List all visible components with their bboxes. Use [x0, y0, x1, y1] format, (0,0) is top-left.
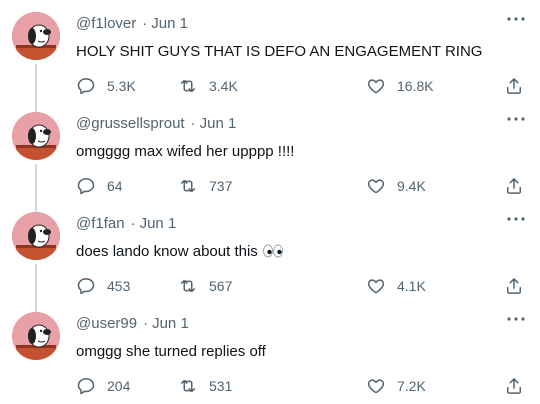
tweet-header: @user99 · Jun 1 [76, 315, 189, 332]
tweet-header: @grussellsprout · Jun 1 [76, 115, 236, 132]
separator: · [143, 315, 149, 332]
avatar[interactable] [12, 112, 60, 160]
reply-button[interactable]: 453 [76, 275, 130, 297]
retweet-count: 531 [209, 378, 233, 394]
tweet-date[interactable]: Jun 1 [140, 215, 177, 232]
user-handle[interactable]: @f1lover [76, 15, 136, 32]
tweet-actions: 453 567 4.1K [76, 275, 528, 297]
tweet-actions: 204 531 7.2K [76, 375, 528, 397]
separator: · [190, 115, 196, 132]
retweet-button[interactable]: 3.4K [178, 75, 238, 97]
reply-icon [77, 278, 95, 295]
tweet-header: @f1fan · Jun 1 [76, 215, 176, 232]
retweet-count: 737 [209, 178, 233, 194]
thread-connector [35, 164, 37, 212]
thread-connector [35, 264, 37, 312]
retweet-icon [181, 379, 195, 393]
eyes-emoji-icon [262, 244, 284, 262]
snoopy-avatar-icon [12, 112, 60, 160]
tweet-header: @f1lover · Jun 1 [76, 15, 188, 32]
reply-icon [77, 78, 95, 95]
like-button[interactable]: 16.8K [366, 75, 434, 97]
tweet-text-content: does lando know about this [76, 243, 258, 260]
more-icon[interactable] [504, 10, 528, 28]
tweet-date[interactable]: Jun 1 [151, 15, 188, 32]
like-count: 7.2K [397, 378, 426, 394]
separator: · [142, 15, 148, 32]
tweet-text: omgggg max wifed her upppp !!!! [76, 143, 295, 160]
share-icon [507, 378, 521, 394]
like-count: 16.8K [397, 78, 434, 94]
avatar[interactable] [12, 312, 60, 360]
retweet-button[interactable]: 567 [178, 275, 232, 297]
share-icon [507, 278, 521, 294]
retweet-icon [181, 279, 195, 293]
retweet-icon [181, 79, 195, 93]
share-icon [507, 78, 521, 94]
like-count: 9.4K [397, 178, 426, 194]
share-icon [507, 178, 521, 194]
reply-icon [77, 178, 95, 195]
tweet-actions: 64 737 9.4K [76, 175, 528, 197]
avatar[interactable] [12, 212, 60, 260]
retweet-count: 3.4K [209, 78, 238, 94]
tweet-text: omggg she turned replies off [76, 343, 266, 360]
snoopy-avatar-icon [12, 212, 60, 260]
reply-button[interactable]: 5.3K [76, 75, 136, 97]
reply-count: 453 [107, 278, 131, 294]
snoopy-avatar-icon [12, 312, 60, 360]
tweet-date[interactable]: Jun 1 [200, 115, 237, 132]
more-icon[interactable] [504, 310, 528, 328]
tweet-actions: 5.3K 3.4K 16.8K [76, 75, 528, 97]
thread-connector [35, 64, 37, 112]
reply-icon [77, 378, 95, 395]
like-icon [367, 379, 385, 394]
retweet-button[interactable]: 737 [178, 175, 232, 197]
snoopy-avatar-icon [12, 12, 60, 60]
tweet-text: HOLY SHIT GUYS THAT IS DEFO AN ENGAGEMEN… [76, 43, 483, 60]
tweet-thread: @f1lover · Jun 1 HOLY SHIT GUYS THAT IS DE… [0, 0, 540, 404]
retweet-icon [181, 179, 195, 193]
share-button[interactable] [504, 375, 524, 397]
separator: · [130, 215, 136, 232]
user-handle[interactable]: @user99 [76, 315, 137, 332]
like-count: 4.1K [397, 278, 426, 294]
more-icon[interactable] [504, 210, 528, 228]
tweet-text: does lando know about this [76, 243, 284, 262]
like-button[interactable]: 7.2K [366, 375, 426, 397]
reply-count: 204 [107, 378, 131, 394]
more-icon[interactable] [504, 110, 528, 128]
share-button[interactable] [504, 175, 524, 197]
like-button[interactable]: 4.1K [366, 275, 426, 297]
like-icon [367, 79, 385, 94]
retweet-count: 567 [209, 278, 233, 294]
like-button[interactable]: 9.4K [366, 175, 426, 197]
avatar[interactable] [12, 12, 60, 60]
reply-button[interactable]: 64 [76, 175, 123, 197]
reply-count: 5.3K [107, 78, 136, 94]
like-icon [367, 179, 385, 194]
tweet-date[interactable]: Jun 1 [152, 315, 189, 332]
reply-button[interactable]: 204 [76, 375, 130, 397]
retweet-button[interactable]: 531 [178, 375, 232, 397]
reply-count: 64 [107, 178, 123, 194]
user-handle[interactable]: @f1fan [76, 215, 125, 232]
share-button[interactable] [504, 75, 524, 97]
like-icon [367, 279, 385, 294]
user-handle[interactable]: @grussellsprout [76, 115, 185, 132]
share-button[interactable] [504, 275, 524, 297]
